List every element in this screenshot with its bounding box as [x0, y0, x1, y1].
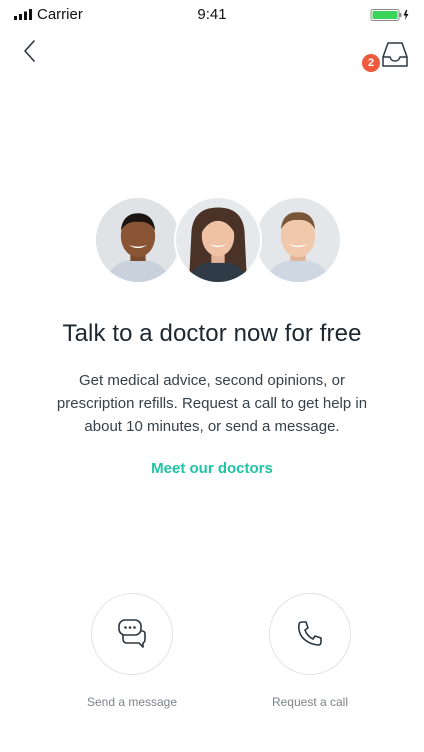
status-bar: Carrier 9:41: [0, 0, 424, 28]
doctor-avatar-2: [174, 196, 262, 284]
page-title: Talk to a doctor now for free: [62, 320, 362, 347]
request-call-button[interactable]: Request a call: [240, 593, 380, 709]
send-message-label: Send a message: [86, 695, 178, 709]
screen: Carrier 9:41 2 Talk to a doctor now for …: [0, 0, 424, 752]
doctor-avatar-3: [254, 196, 342, 284]
meet-doctors-link[interactable]: Meet our doctors: [0, 460, 424, 477]
send-message-button[interactable]: Send a message: [62, 593, 202, 709]
doctor-avatars: [0, 196, 424, 284]
send-message-circle[interactable]: [91, 593, 173, 675]
page-description: Get medical advice, second opinions, or …: [56, 372, 368, 435]
request-call-circle[interactable]: [269, 593, 351, 675]
inbox-badge: 2: [362, 54, 380, 72]
back-button[interactable]: [18, 38, 42, 64]
inbox-tray-icon: [382, 42, 408, 67]
doctor-avatar-1: [94, 196, 182, 284]
inbox-button[interactable]: 2: [358, 40, 410, 78]
status-time: 9:41: [197, 6, 227, 23]
phone-icon: [298, 621, 322, 646]
chat-bubbles-icon: [118, 619, 146, 648]
request-call-label: Request a call: [271, 695, 349, 709]
battery-charging-icon: [370, 9, 409, 21]
chevron-left-icon: [24, 40, 35, 62]
